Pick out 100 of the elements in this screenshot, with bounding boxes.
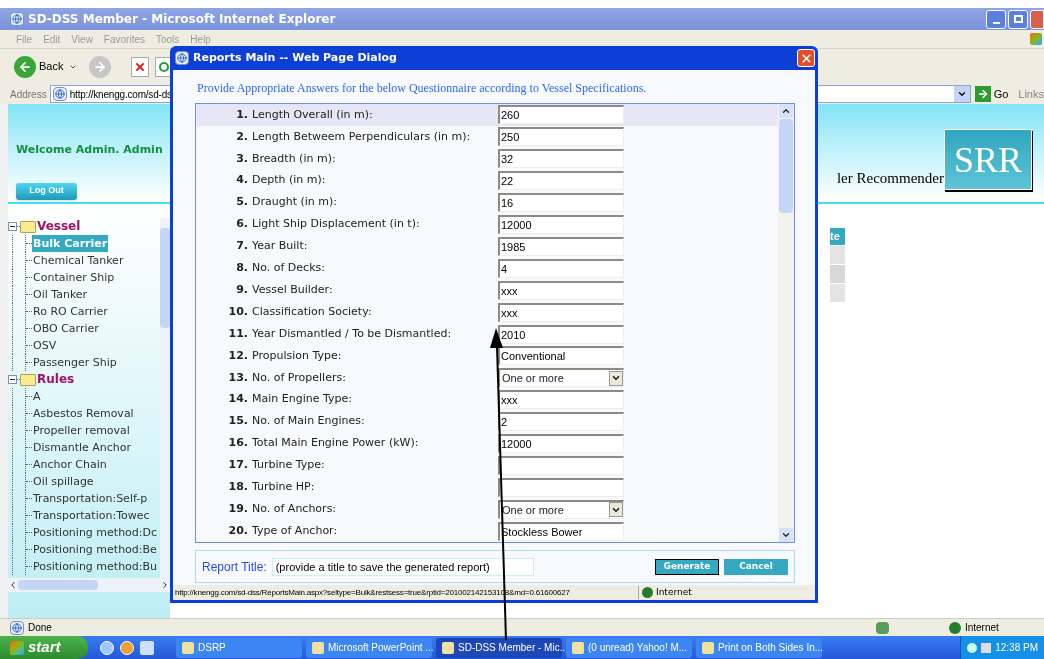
question-number: 7. (235, 238, 249, 255)
tree-item[interactable]: Chemical Tanker (32, 252, 125, 269)
question-label: Year Dismantled / To be Dismantled: (252, 325, 453, 342)
tree-item[interactable]: Asbestos Removal (32, 405, 135, 422)
restore-button[interactable] (1008, 9, 1028, 29)
dialog-title: Reports Main -- Web Page Dialog (193, 49, 397, 66)
question-label: Light Ship Displacement (in t): (252, 216, 421, 233)
dropdown-button[interactable] (953, 86, 970, 102)
windows-logo-icon (1030, 33, 1042, 45)
question-label: Type of Anchor: (252, 522, 339, 539)
question-number: 19. (227, 501, 249, 517)
question-label: No. of Propellers: (252, 369, 347, 386)
folder-icon[interactable] (140, 640, 154, 655)
tree-item[interactable]: Passenger Ship (32, 354, 118, 371)
tray-icon (967, 642, 978, 653)
app-icon (312, 641, 324, 654)
tree-item[interactable]: A (32, 388, 42, 405)
status-text: Done (28, 621, 52, 635)
go-button[interactable]: Go (974, 85, 1009, 103)
input-field[interactable]: xxx (498, 390, 624, 410)
tree-item[interactable]: OSV (32, 337, 58, 354)
page-icon (10, 620, 24, 635)
close-button[interactable] (1030, 9, 1044, 29)
table-row (830, 265, 845, 283)
report-title-field[interactable]: (provide a title to save the generated report) (271, 557, 534, 576)
close-icon (799, 51, 813, 65)
question-number: 17. (227, 457, 249, 474)
taskbar-button[interactable]: Microsoft PowerPoint ... (306, 637, 432, 658)
input-field[interactable]: 22 (498, 171, 624, 191)
collapse-icon[interactable] (8, 375, 17, 384)
tree-item[interactable]: Dismantle Anchor (32, 439, 133, 456)
input-field[interactable]: 2010 (498, 324, 624, 344)
tree-item[interactable]: Positioning method:Dc (32, 524, 159, 541)
input-field[interactable]: 4 (498, 258, 624, 278)
tree-item[interactable]: Propeller removal (32, 422, 131, 439)
input-field[interactable]: xxx (498, 280, 624, 300)
input-field[interactable]: Conventional (498, 346, 624, 366)
question-label: Classification Society: (252, 303, 373, 320)
tree-item[interactable]: Transportation:Towec (32, 507, 151, 524)
input-field[interactable] (498, 455, 624, 475)
input-field[interactable]: xxx (498, 302, 624, 322)
browser-icon (10, 12, 24, 26)
zone-text: Internet (964, 621, 999, 635)
question-number: 14. (227, 391, 249, 408)
scroll-thumb[interactable] (18, 580, 98, 590)
input-field[interactable]: 250 (498, 127, 624, 147)
collapse-icon[interactable] (8, 222, 17, 231)
scroll-up-button[interactable] (779, 104, 793, 118)
tree-item[interactable]: Anchor Chain (32, 456, 108, 473)
header-title: ler Recommender (836, 168, 944, 188)
media-icon[interactable] (120, 640, 134, 655)
close-button[interactable] (797, 49, 815, 67)
input-field[interactable]: 16 (498, 193, 624, 213)
input-field[interactable]: 2 (498, 412, 624, 432)
browser-icon (175, 51, 189, 65)
scroll-thumb[interactable] (779, 119, 793, 213)
table-row (830, 284, 845, 302)
back-button[interactable]: Back (14, 55, 64, 78)
tree-item[interactable]: Positioning method:Be (32, 541, 158, 558)
question-number: 9. (235, 281, 249, 298)
input-field[interactable]: 12000 (498, 434, 624, 454)
tree-folder[interactable]: Vessel (37, 218, 81, 235)
input-field[interactable]: 260 (498, 105, 624, 125)
tree-item[interactable]: Container Ship (32, 269, 116, 286)
scroll-right-icon[interactable] (160, 580, 170, 590)
taskbar-button[interactable]: DSRP (176, 637, 302, 658)
folder-icon (20, 373, 36, 386)
tree-item[interactable]: Oil spillage (32, 473, 95, 490)
stop-icon (131, 56, 150, 77)
browser-icon[interactable] (100, 640, 114, 655)
app-icon (572, 641, 584, 654)
table-row (830, 246, 845, 264)
scroll-left-icon[interactable] (8, 580, 18, 590)
question-label: Propulsion Type: (252, 347, 343, 364)
dropdown[interactable]: One or more (498, 368, 624, 388)
tree-item[interactable]: Positioning method:Bu (32, 558, 159, 575)
scroll-down-button[interactable] (779, 528, 793, 542)
tree-item[interactable]: Transportation:Self-p (32, 490, 149, 507)
globe-icon (642, 587, 653, 598)
question-label: Draught (in m): (252, 194, 338, 211)
input-field[interactable]: 1985 (498, 236, 624, 256)
taskbar-button[interactable]: (0 unread) Yahoo! M... (566, 637, 692, 658)
question-label: Vessel Builder: (252, 281, 334, 298)
minimize-button[interactable] (986, 9, 1006, 29)
question-number: 18. (227, 479, 249, 496)
tree-item[interactable]: Oil Tanker (32, 286, 89, 303)
input-field[interactable]: 12000 (498, 215, 624, 234)
taskbar-button[interactable]: Print on Both Sides In... (696, 637, 822, 658)
question-label: No. of Main Engines: (252, 413, 366, 430)
page-icon (52, 87, 67, 101)
tree-item[interactable]: Ro RO Carrier (32, 303, 109, 320)
dropdown[interactable]: One or more (498, 499, 624, 519)
tree-folder[interactable]: Rules (37, 371, 75, 388)
tree-item[interactable]: OBO Carrier (32, 320, 100, 337)
question-number: 10. (227, 303, 249, 320)
zone-icon (875, 621, 889, 634)
input-field[interactable]: 32 (498, 149, 624, 169)
app-icon (182, 641, 194, 654)
question-number: 13. (227, 369, 249, 386)
input-field[interactable] (498, 477, 624, 497)
